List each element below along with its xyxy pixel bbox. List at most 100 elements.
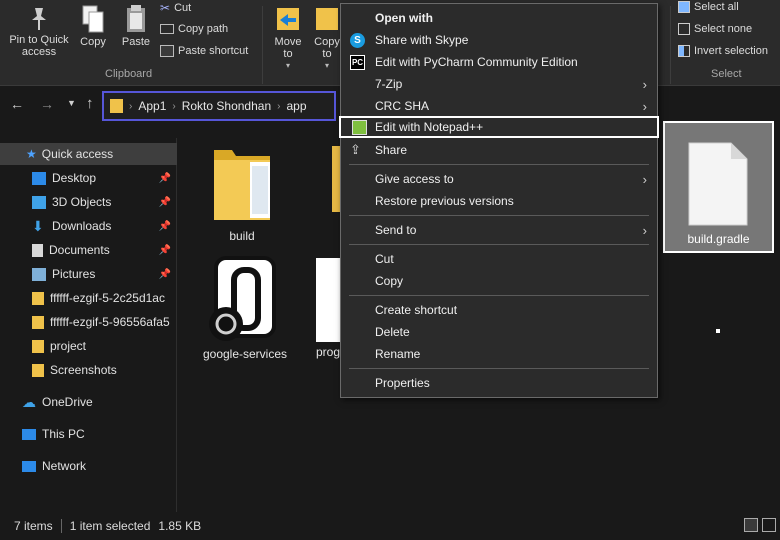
status-divider — [60, 519, 62, 533]
menu-separator — [349, 164, 649, 165]
menu-item-rename[interactable]: Rename — [341, 343, 657, 365]
move-folder-icon — [277, 8, 299, 30]
recent-dropdown-icon[interactable]: ▼ — [67, 98, 76, 108]
clipboard-group-label: Clipboard — [105, 68, 153, 80]
picture-icon — [32, 267, 46, 281]
sidebar-item-onedrive[interactable]: ☁ OneDrive — [0, 391, 177, 413]
cut-button[interactable]: ✂ Cut — [160, 1, 191, 15]
computer-icon — [22, 428, 36, 440]
chevron-right-icon: › — [642, 222, 647, 238]
select-all-button[interactable]: Select all — [678, 1, 739, 13]
status-bar: 7 items 1 item selected 1.85 KB — [0, 512, 780, 540]
desktop-icon — [32, 171, 46, 185]
breadcrumb-app1[interactable]: App1 — [138, 99, 166, 113]
menu-item-restore-previous-versions[interactable]: Restore previous versions — [341, 190, 657, 212]
folder-icon — [32, 363, 44, 377]
sidebar-item-project[interactable]: project — [0, 335, 177, 357]
sidebar-item-3d-objects[interactable]: 3D Objects 📌 — [0, 191, 177, 213]
sidebar-item-pictures[interactable]: Pictures 📌 — [0, 263, 177, 285]
paste-shortcut-button[interactable]: Paste shortcut — [160, 45, 248, 57]
folder-icon — [110, 99, 123, 113]
copy-button[interactable]: Copy — [78, 4, 108, 48]
chevron-right-icon: › — [129, 100, 133, 112]
notepadpp-icon — [352, 120, 367, 135]
pin-icon: 📌 — [158, 244, 171, 256]
move-to-button[interactable]: Move to ▾ — [270, 2, 306, 72]
menu-separator — [349, 295, 649, 296]
sidebar-item-network[interactable]: Network — [0, 455, 177, 477]
network-icon — [22, 460, 36, 472]
folder-icon — [32, 291, 44, 305]
pin-quick-access-button[interactable]: Pin to Quick access — [6, 6, 72, 58]
folder-icon — [214, 150, 270, 220]
sidebar-item-folder[interactable]: ffffff-ezgif-5-96556afa5 — [0, 311, 177, 333]
menu-item-edit-with-pycharm[interactable]: PC Edit with PyCharm Community Edition — [341, 51, 657, 73]
menu-item-delete[interactable]: Delete — [341, 321, 657, 343]
star-icon: ★ — [26, 147, 37, 161]
menu-item-create-shortcut[interactable]: Create shortcut — [341, 299, 657, 321]
up-arrow-icon[interactable]: ↑ — [86, 95, 94, 112]
copy-path-button[interactable]: Copy path — [160, 23, 228, 35]
select-all-icon — [678, 1, 690, 13]
file-item-build-gradle[interactable]: build.gradle — [663, 121, 774, 253]
sidebar-item-this-pc[interactable]: This PC — [0, 423, 177, 445]
menu-separator — [349, 244, 649, 245]
dropdown-arrow-icon: ▾ — [324, 61, 329, 70]
details-view-icon[interactable] — [744, 518, 758, 532]
copy-path-icon — [160, 24, 174, 34]
pin-icon: 📌 — [158, 220, 171, 232]
folder-icon — [32, 315, 44, 329]
breadcrumb-app[interactable]: app — [286, 99, 306, 113]
item-count: 7 items — [14, 519, 53, 533]
menu-item-7zip[interactable]: 7-Zip › — [341, 73, 657, 95]
paste-button[interactable]: Paste — [118, 4, 154, 48]
chevron-right-icon: › — [642, 98, 647, 114]
menu-separator — [349, 368, 649, 369]
scissors-icon: ✂ — [160, 1, 171, 15]
menu-separator — [349, 215, 649, 216]
forward-arrow-icon[interactable]: → — [40, 96, 54, 112]
json-file-icon — [209, 256, 276, 341]
menu-item-send-to[interactable]: Send to › — [341, 219, 657, 241]
menu-item-crc-sha[interactable]: CRC SHA › — [341, 95, 657, 117]
menu-item-open-with[interactable]: Open with — [341, 7, 657, 29]
download-arrow-icon: ⬇ — [32, 217, 44, 234]
selection-size: 1.85 KB — [158, 519, 202, 533]
sidebar-item-quick-access[interactable]: ★ Quick access — [0, 143, 177, 165]
paste-shortcut-icon — [160, 45, 174, 57]
address-bar[interactable]: › App1 › Rokto Shondhan › app — [102, 91, 336, 121]
invert-selection-button[interactable]: Invert selection — [678, 45, 768, 57]
ribbon-divider — [670, 6, 671, 84]
menu-item-cut[interactable]: Cut — [341, 248, 657, 270]
menu-item-edit-with-notepadpp[interactable]: Edit with Notepad++ — [339, 116, 659, 138]
dot-marker — [716, 329, 720, 333]
ribbon-divider — [262, 6, 263, 84]
pycharm-icon: PC — [350, 55, 365, 70]
context-menu: Open with S Share with Skype PC Edit wit… — [339, 3, 659, 398]
file-item-google-services[interactable]: google-services — [190, 254, 300, 361]
menu-item-properties[interactable]: Properties — [341, 372, 657, 394]
back-arrow-icon[interactable]: ← — [10, 96, 24, 112]
sidebar-item-downloads[interactable]: ⬇ Downloads 📌 — [0, 215, 177, 237]
sidebar-item-folder[interactable]: ffffff-ezgif-5-2c25d1ac — [0, 287, 177, 309]
copy-icon — [82, 5, 104, 33]
menu-item-give-access-to[interactable]: Give access to › — [341, 168, 657, 190]
sidebar-item-screenshots[interactable]: Screenshots — [0, 359, 177, 381]
pin-icon — [32, 8, 46, 30]
breadcrumb-rokto-shondhan[interactable]: Rokto Shondhan — [182, 99, 271, 113]
select-none-button[interactable]: Select none — [678, 23, 752, 35]
sidebar-item-documents[interactable]: Documents 📌 — [0, 239, 177, 261]
menu-item-share-with-skype[interactable]: S Share with Skype — [341, 29, 657, 51]
menu-item-share[interactable]: ⇪ Share — [341, 139, 657, 161]
sidebar-item-desktop[interactable]: Desktop 📌 — [0, 167, 177, 189]
document-icon — [32, 243, 43, 257]
file-item-build-folder[interactable]: build — [202, 140, 282, 243]
invert-selection-icon — [678, 45, 690, 57]
clipboard-icon — [127, 5, 145, 32]
chevron-right-icon: › — [277, 100, 281, 112]
menu-item-copy[interactable]: Copy — [341, 270, 657, 292]
copy-to-button[interactable]: Copy to ▾ — [312, 2, 342, 72]
navigation-pane: ★ Quick access Desktop 📌 3D Objects 📌 ⬇ … — [0, 138, 177, 512]
large-icons-view-icon[interactable] — [762, 518, 776, 532]
chevron-right-icon: › — [642, 76, 647, 92]
